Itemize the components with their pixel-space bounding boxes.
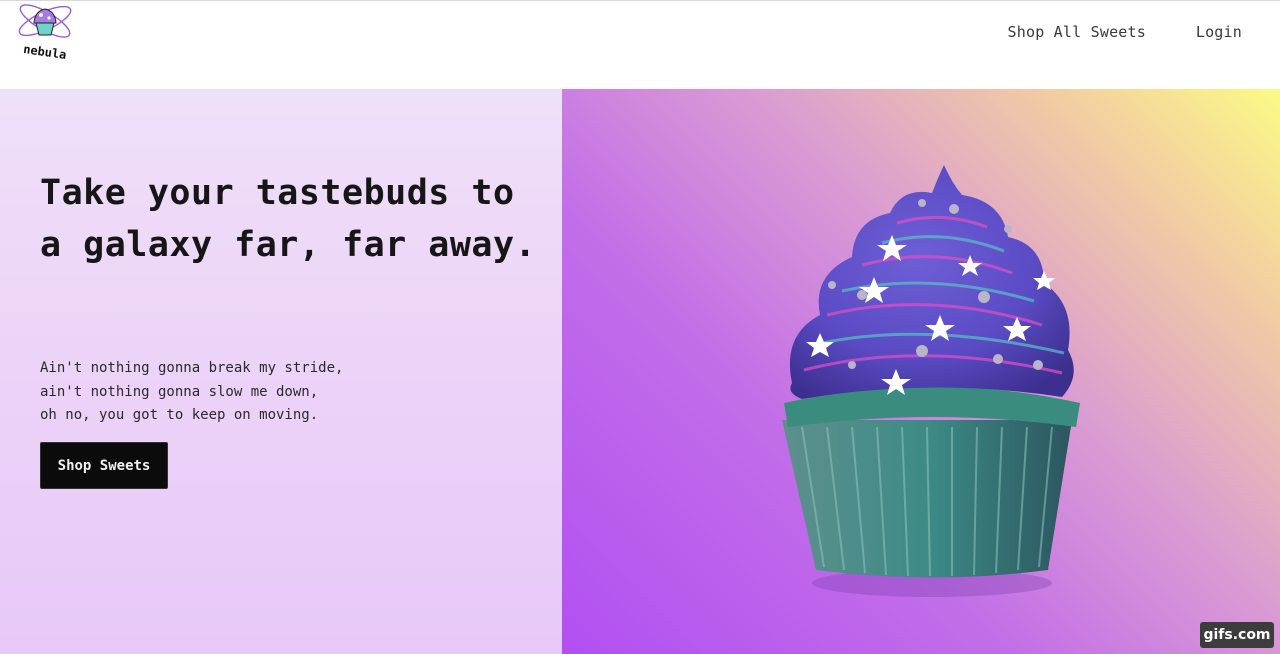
- hero-headline: Take your tastebuds to a galaxy far, far…: [40, 173, 537, 265]
- site-header: nebula Shop All Sweets Login: [0, 0, 1280, 89]
- logo[interactable]: nebula: [8, 1, 82, 63]
- logo-text: nebula: [22, 42, 67, 62]
- hero-subtext: Ain't nothing gonna break my stride, ain…: [40, 357, 460, 428]
- shop-sweets-button[interactable]: Shop Sweets: [40, 442, 168, 489]
- galaxy-cupcake-logo-icon: nebula: [18, 4, 72, 62]
- hero-subtext-line: ain't nothing gonna slow me down,: [40, 383, 319, 400]
- hero-subtext-line: Ain't nothing gonna break my stride,: [40, 360, 344, 376]
- galaxy-cupcake-icon: [782, 165, 1080, 597]
- hero-subtext-line: oh no, you got to keep on moving.: [40, 407, 319, 423]
- hero-image-panel: [562, 89, 1280, 654]
- cupcake-image: [772, 165, 1092, 605]
- hero-text-panel: Take your tastebuds to a galaxy far, far…: [0, 89, 562, 654]
- gifs-com-watermark: gifs.com: [1200, 622, 1274, 648]
- nav-login[interactable]: Login: [1196, 23, 1242, 41]
- nav-shop-all-sweets[interactable]: Shop All Sweets: [1008, 23, 1146, 41]
